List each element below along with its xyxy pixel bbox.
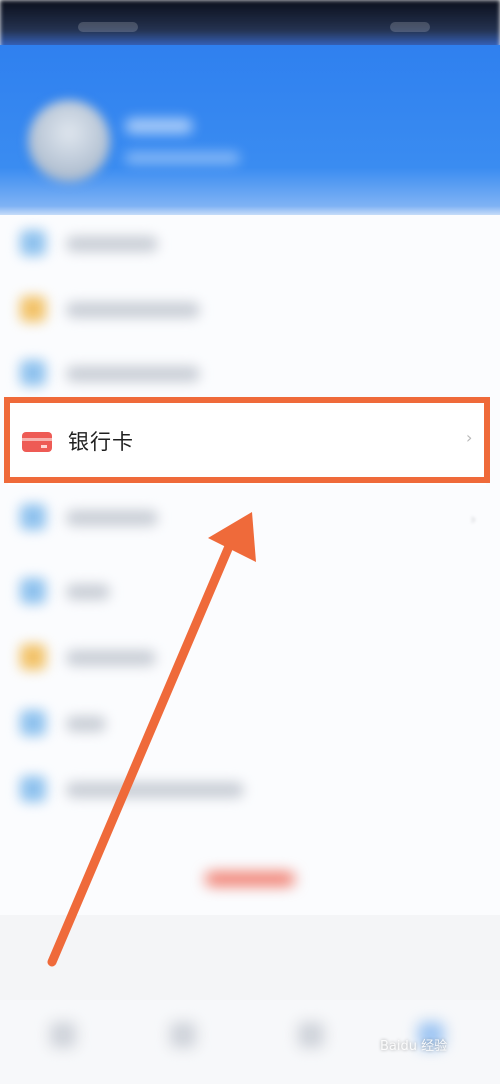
arrow-shaft xyxy=(47,525,241,967)
arrow-annotation xyxy=(47,512,256,967)
watermark: Baidu 经验 xyxy=(380,1039,448,1054)
arrow-head xyxy=(208,512,256,562)
